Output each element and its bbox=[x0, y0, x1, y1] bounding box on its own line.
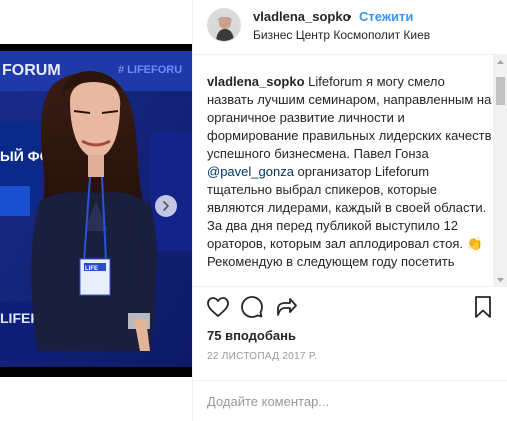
action-bar bbox=[193, 288, 507, 324]
heart-icon bbox=[207, 297, 229, 317]
avatar[interactable] bbox=[207, 8, 241, 42]
photo-panel: FORUM # LIFEFORU ЫЙ ФО LIFEFORUM LIFE bbox=[0, 0, 192, 421]
post-date: 22 ЛИСТОПАД 2017 Р. bbox=[207, 351, 318, 362]
comment-button[interactable] bbox=[239, 294, 265, 320]
comments-scrollbar[interactable] bbox=[493, 55, 507, 286]
caption-text-2: организатор Lifeforum тщательно выбрал с… bbox=[207, 164, 487, 269]
share-button[interactable] bbox=[273, 294, 299, 320]
scroll-up-arrow-icon[interactable] bbox=[493, 55, 507, 69]
share-icon bbox=[277, 298, 297, 316]
scroll-down-arrow-icon[interactable] bbox=[493, 273, 507, 286]
add-comment-section bbox=[193, 380, 507, 421]
post-caption: vladlena_sopko Lifeforum я могу смело на… bbox=[207, 73, 492, 271]
like-button[interactable] bbox=[205, 294, 231, 320]
post-details: vladlena_sopko • Стежити Бизнес Центр Ко… bbox=[192, 0, 507, 421]
post-username[interactable]: vladlena_sopko bbox=[253, 9, 351, 24]
likes-count[interactable]: 75 вподобань bbox=[207, 328, 296, 343]
badge-text: LIFE bbox=[85, 266, 98, 272]
chevron-right-icon bbox=[163, 201, 170, 211]
caption-mention[interactable]: @pavel_gonza bbox=[207, 164, 294, 179]
post-location[interactable]: Бизнес Центр Космополит Киев bbox=[253, 28, 430, 42]
comment-bubble-icon bbox=[241, 296, 263, 318]
post-modal: FORUM # LIFEFORU ЫЙ ФО LIFEFORUM LIFE bbox=[0, 0, 507, 421]
scrollbar-thumb[interactable] bbox=[496, 77, 505, 105]
comments-area: vladlena_sopko Lifeforum я могу смело на… bbox=[193, 55, 507, 287]
separator-dot: • bbox=[347, 9, 352, 24]
banner-hashtag-text: # LIFEFORU bbox=[118, 64, 182, 76]
bookmark-icon bbox=[475, 296, 491, 318]
caption-username[interactable]: vladlena_sopko bbox=[207, 74, 305, 89]
save-button[interactable] bbox=[470, 294, 496, 320]
next-photo-button[interactable] bbox=[155, 195, 177, 217]
follow-button[interactable]: Стежити bbox=[359, 9, 413, 24]
comment-input[interactable] bbox=[207, 391, 487, 411]
banner-forum-text: FORUM bbox=[2, 62, 61, 79]
post-header: vladlena_sopko • Стежити Бизнес Центр Ко… bbox=[193, 0, 507, 55]
